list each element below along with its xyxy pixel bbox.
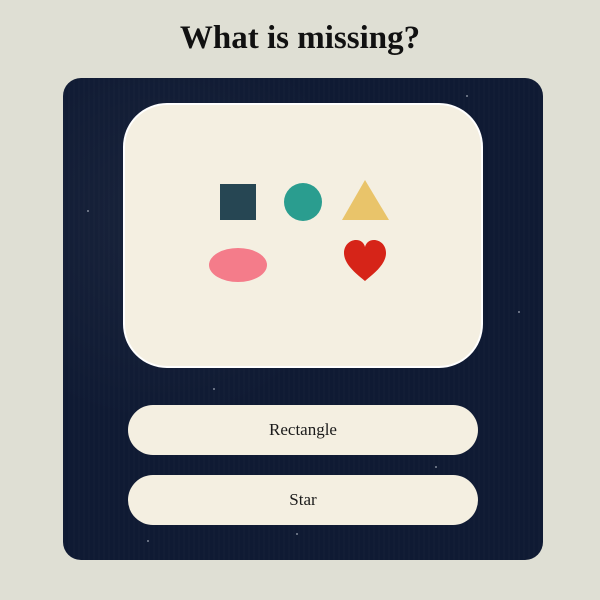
oval-shape <box>209 248 267 282</box>
page: What is missing? Rectangle Star <box>0 0 600 600</box>
speck <box>435 466 437 468</box>
question-title: What is missing? <box>179 20 421 56</box>
answer-star-button[interactable]: Star <box>128 475 478 525</box>
speck <box>87 210 89 212</box>
speck <box>518 311 520 313</box>
heart-shape <box>344 240 386 281</box>
speck <box>296 533 298 535</box>
shape-panel <box>123 103 483 368</box>
answer-rectangle-button[interactable]: Rectangle <box>128 405 478 455</box>
square-shape <box>220 184 256 220</box>
speck <box>147 540 149 542</box>
shapes-canvas <box>209 180 389 282</box>
speck <box>213 388 215 390</box>
speck <box>466 95 468 97</box>
triangle-shape <box>342 180 389 220</box>
quiz-card: Rectangle Star <box>63 78 543 560</box>
circle-shape <box>284 183 322 221</box>
